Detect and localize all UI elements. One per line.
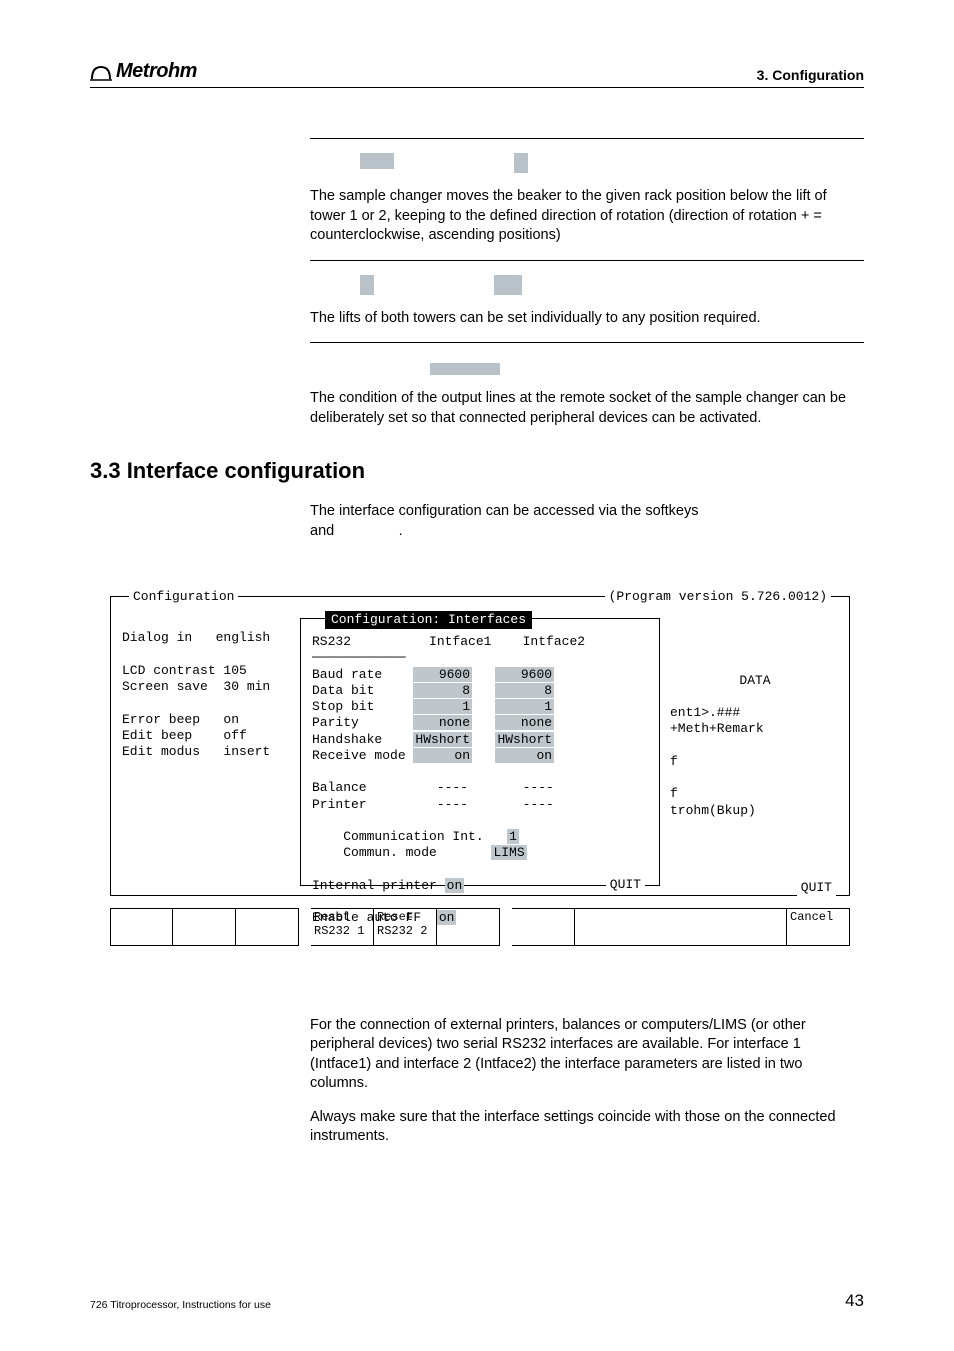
paragraph: For the connection of external printers,… bbox=[310, 1016, 864, 1094]
rs232-table: RS232 Intface1 Intface2 ──────────── Bau… bbox=[312, 634, 585, 927]
footer-doc-title: 726 Titroprocessor, Instructions for use bbox=[90, 1299, 271, 1311]
data-panel: DATA ent1>.### +Meth+Remark f f trohm(Bk… bbox=[670, 640, 840, 819]
softkey[interactable] bbox=[236, 908, 299, 946]
body-after: For the connection of external printers,… bbox=[310, 1016, 864, 1147]
brand-logo: Metrohm bbox=[90, 60, 197, 83]
brand-text: Metrohm bbox=[116, 60, 197, 83]
section-heading: 3.3 Interface configuration bbox=[90, 458, 864, 484]
outer-title: Configuration bbox=[129, 589, 238, 605]
softkey[interactable] bbox=[173, 908, 236, 946]
placeholder-marks bbox=[310, 153, 864, 173]
softkey-row: Reset RS232 1 Reset RS232 2 Cancel bbox=[110, 908, 850, 946]
right-quit: QUIT bbox=[797, 880, 836, 896]
left-settings: Dialog in english LCD contrast 105 Scree… bbox=[122, 614, 270, 760]
inner-title: Configuration: Interfaces bbox=[325, 611, 532, 629]
metrohm-icon bbox=[90, 63, 112, 81]
intro-text: The interface configuration can be acces… bbox=[310, 503, 699, 519]
placeholder-marks bbox=[310, 275, 864, 295]
body-column: The sample changer moves the beaker to t… bbox=[310, 138, 864, 428]
program-version: (Program version 5.726.0012) bbox=[605, 589, 831, 605]
paragraph: The condition of the output lines at the… bbox=[310, 389, 864, 428]
softkey[interactable] bbox=[575, 908, 787, 946]
data-title: DATA bbox=[670, 673, 840, 689]
page-footer: 726 Titroprocessor, Instructions for use… bbox=[90, 1291, 864, 1311]
softkey[interactable] bbox=[110, 908, 173, 946]
inner-quit: QUIT bbox=[606, 877, 645, 893]
paragraph: The sample changer moves the beaker to t… bbox=[310, 187, 864, 246]
placeholder-marks bbox=[310, 357, 864, 375]
paragraph: Always make sure that the interface sett… bbox=[310, 1108, 864, 1147]
softkey-cancel[interactable]: Cancel bbox=[787, 908, 850, 946]
page-header: Metrohm 3. Configuration bbox=[90, 60, 864, 88]
softkey-reset-rs232-1[interactable]: Reset RS232 1 bbox=[311, 908, 374, 946]
section-title: 3. Configuration bbox=[757, 67, 864, 83]
softkey[interactable] bbox=[437, 908, 500, 946]
softkey[interactable] bbox=[512, 908, 575, 946]
config-screen: Configuration (Program version 5.726.001… bbox=[110, 556, 850, 976]
softkey-reset-rs232-2[interactable]: Reset RS232 2 bbox=[374, 908, 437, 946]
paragraph: The lifts of both towers can be set indi… bbox=[310, 309, 864, 329]
page-number: 43 bbox=[845, 1291, 864, 1311]
intro-block: The interface configuration can be acces… bbox=[310, 502, 864, 541]
intro-text: and bbox=[310, 523, 334, 539]
